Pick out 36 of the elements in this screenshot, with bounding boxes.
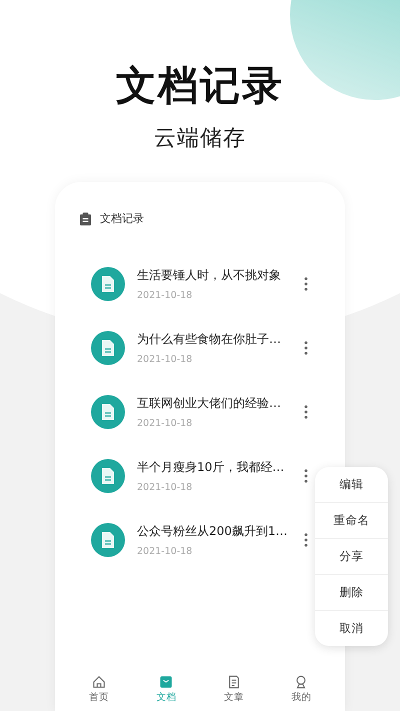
document-date: 2021-10-18 [137,482,194,493]
document-icon [91,331,125,365]
document-title[interactable]: 互联网创业大佬们的经验… [137,395,293,412]
tab[interactable]: 我的 [281,675,322,707]
more-icon[interactable] [304,341,308,355]
menu-item[interactable]: 分享 [315,538,388,574]
document-icon [91,523,125,557]
headline: 文档记录 [116,62,284,111]
menu-item[interactable]: 取消 [315,610,388,646]
more-icon[interactable] [304,277,308,291]
document-title[interactable]: 半个月瘦身10斤，我都经… [137,459,293,476]
document-title[interactable]: 生活要锤人时，从不挑对象 [137,267,293,284]
menu-item[interactable]: 删除 [315,574,388,610]
document-title[interactable]: 公众号粉丝从200飙升到1… [137,523,293,540]
document-icon [91,267,125,301]
clipboard-icon [80,212,91,226]
more-icon[interactable] [304,405,308,419]
document-date: 2021-10-18 [137,354,194,365]
person-icon [294,675,308,689]
more-icon[interactable] [304,533,308,547]
tab[interactable]: 首页 [78,675,119,707]
document-icon [226,675,241,689]
menu-item[interactable]: 重命名 [315,502,388,538]
inbox-icon [159,675,174,689]
document-date: 2021-10-18 [137,418,194,429]
document-date: 2021-10-18 [137,290,194,301]
more-icon[interactable] [304,469,308,483]
subheadline: 云端储存 [154,125,246,153]
document-icon [91,395,125,429]
document-icon [91,459,125,493]
document-date: 2021-10-18 [137,546,194,557]
home-icon [92,675,106,689]
card-title: 文档记录 [100,211,144,226]
menu-item[interactable]: 编辑 [315,467,388,502]
document-title[interactable]: 为什么有些食物在你肚子… [137,331,293,348]
tab[interactable]: 文章 [214,675,254,707]
